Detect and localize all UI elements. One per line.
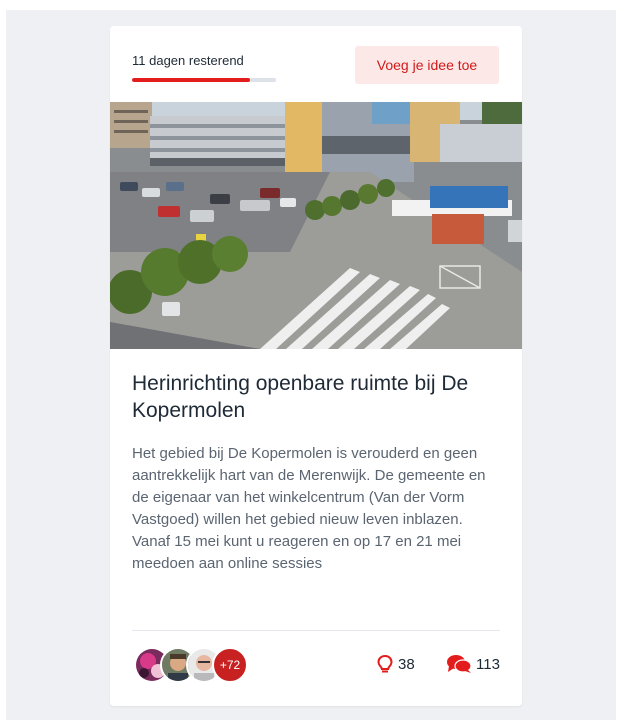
chat-bubbles-icon — [447, 655, 472, 673]
time-progress-fill — [132, 78, 251, 82]
comments-stat: 113 — [446, 652, 500, 676]
project-photo[interactable] — [110, 102, 522, 349]
ideas-count: 38 — [398, 655, 415, 673]
footer-divider — [132, 630, 500, 631]
days-remaining: 11 dagen resterend — [132, 53, 244, 68]
project-title[interactable]: Herinrichting openbare ruimte bij De Kop… — [132, 370, 504, 424]
lightbulb-icon — [377, 654, 393, 673]
project-description: Het gebied bij De Kopermolen is verouder… — [132, 445, 486, 572]
avatar-more-count: +72 — [212, 647, 248, 683]
page-background: 11 dagen resterend Voeg je idee toe Heri… — [6, 10, 616, 720]
time-progress-bar — [132, 78, 276, 82]
project-card[interactable]: 11 dagen resterend Voeg je idee toe Heri… — [110, 26, 522, 706]
comments-count: 113 — [476, 655, 500, 673]
ideas-stat: 38 — [376, 652, 415, 676]
add-idea-button[interactable]: Voeg je idee toe — [355, 46, 499, 84]
